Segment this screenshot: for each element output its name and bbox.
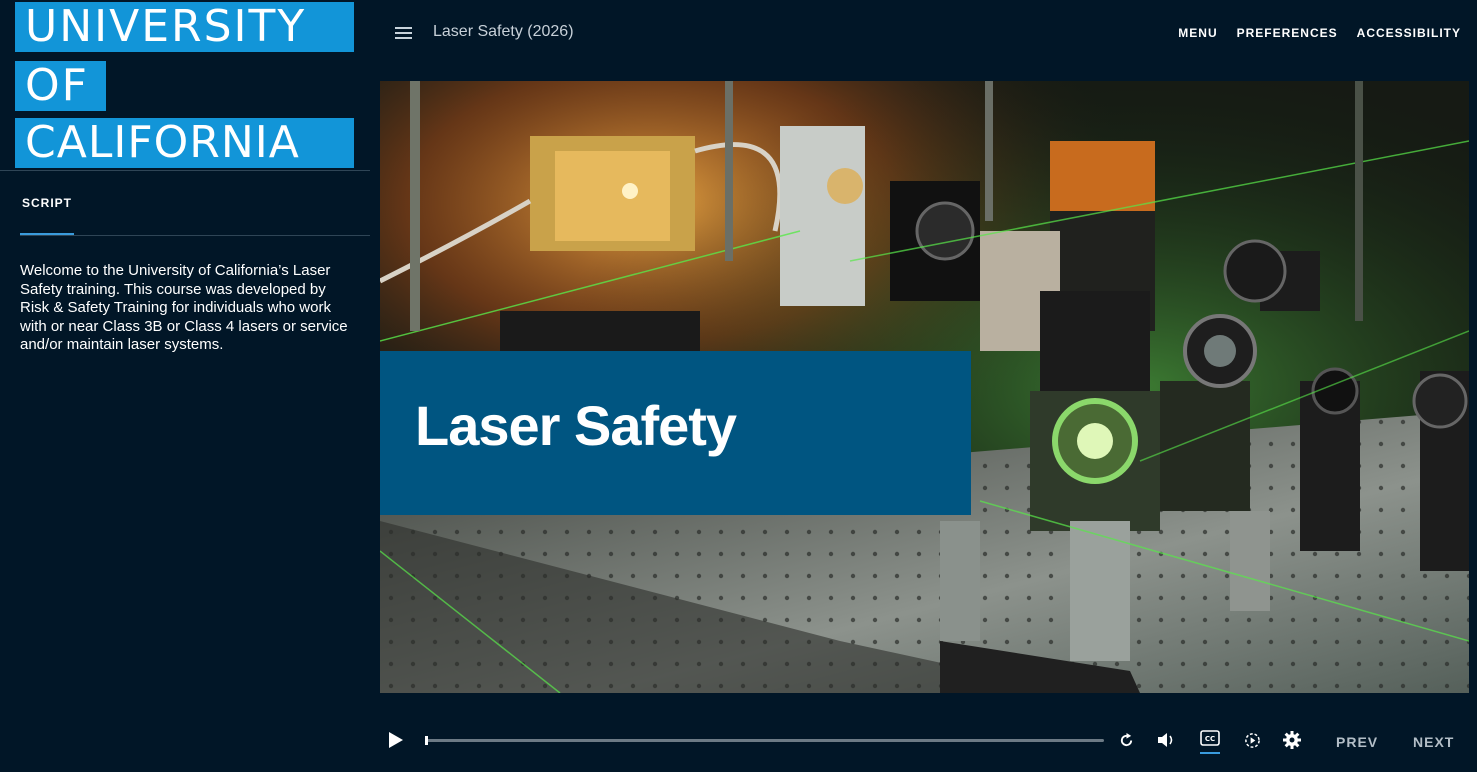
tab-script[interactable]: SCRIPT (22, 196, 72, 210)
closed-captions-icon[interactable]: CC (1200, 730, 1220, 751)
svg-text:CC: CC (1205, 735, 1215, 743)
slide-area: Laser Safety (370, 66, 1477, 706)
logo-line-3: CALIFORNIA (15, 118, 354, 168)
title-banner: Laser Safety (380, 351, 971, 515)
top-bar: Laser Safety (2026) MENU PREFERENCES ACC… (370, 0, 1477, 66)
prev-button[interactable]: PREV (1336, 734, 1378, 750)
player-controls: CC PREV NEXT (370, 706, 1477, 772)
menu-link[interactable]: MENU (1178, 26, 1217, 40)
accessibility-link[interactable]: ACCESSIBILITY (1357, 26, 1461, 40)
play-icon[interactable] (389, 732, 403, 753)
course-title: Laser Safety (2026) (433, 23, 574, 40)
next-button[interactable]: NEXT (1413, 734, 1454, 750)
course-player: UNIVERSITY OF CALIFORNIA SCRIPT Welcome … (0, 0, 1477, 772)
replay-icon[interactable] (1119, 733, 1134, 753)
tab-divider (20, 235, 370, 236)
preferences-link[interactable]: PREFERENCES (1237, 26, 1338, 40)
settings-icon[interactable] (1283, 731, 1301, 754)
logo-line-1: UNIVERSITY (15, 2, 354, 52)
seek-bar[interactable] (425, 736, 1104, 745)
sidebar-divider (0, 170, 370, 171)
sidebar: UNIVERSITY OF CALIFORNIA SCRIPT Welcome … (0, 0, 370, 772)
volume-icon[interactable] (1158, 732, 1176, 753)
hamburger-menu-icon[interactable] (395, 27, 412, 39)
top-nav: MENU PREFERENCES ACCESSIBILITY (1178, 26, 1461, 40)
seek-thumb[interactable] (425, 736, 428, 745)
slide-title: Laser Safety (415, 394, 737, 457)
captions-active-indicator (1200, 752, 1220, 754)
slide: Laser Safety (380, 81, 1469, 693)
script-text: Welcome to the University of California’… (20, 262, 348, 354)
logo-line-2: OF (15, 61, 106, 111)
playback-speed-icon[interactable] (1244, 732, 1261, 754)
